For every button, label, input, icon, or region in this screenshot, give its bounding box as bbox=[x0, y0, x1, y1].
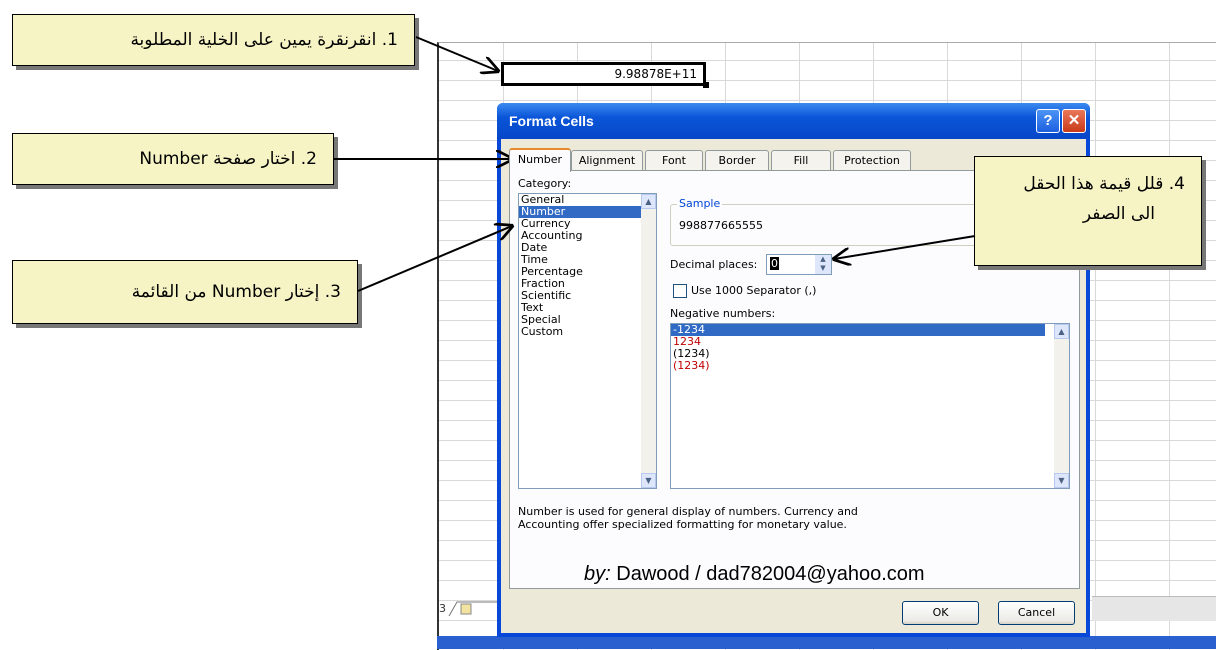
tab-fill[interactable]: Fill bbox=[771, 150, 831, 170]
category-item[interactable]: Custom bbox=[519, 326, 656, 338]
category-description: Number is used for general display of nu… bbox=[518, 505, 858, 531]
decimal-places-label: Decimal places: bbox=[670, 258, 758, 271]
negative-numbers-list[interactable]: -1234 1234 (1234) (1234) ▲ ▼ bbox=[670, 323, 1070, 489]
taskbar bbox=[437, 636, 1216, 649]
tab-border[interactable]: Border bbox=[705, 150, 769, 170]
sheet-tab-icon: 3 bbox=[439, 601, 501, 617]
negative-item[interactable]: 1234 bbox=[671, 336, 1069, 348]
fill-handle[interactable] bbox=[703, 82, 709, 88]
category-list[interactable]: General Number Currency Accounting Date … bbox=[518, 193, 657, 489]
negative-numbers-label: Negative numbers: bbox=[670, 307, 776, 320]
scroll-up-icon[interactable]: ▲ bbox=[641, 194, 656, 209]
ok-button[interactable]: OK bbox=[902, 601, 979, 625]
negative-scrollbar[interactable]: ▲ ▼ bbox=[1054, 324, 1069, 488]
scroll-down-icon[interactable]: ▼ bbox=[641, 473, 656, 488]
callout-step-3: 3. إختار Number من القائمة bbox=[12, 260, 358, 324]
sample-value: 998877665555 bbox=[679, 219, 763, 232]
callout-step-1-text: 1. انقرنقرة يمين على الخلية المطلوبة bbox=[130, 30, 398, 50]
callout-step-4: 4. قلل قيمة هذا الحقل الى الصفر bbox=[974, 156, 1202, 266]
credit-text: Dawood / dad782004@yahoo.com bbox=[616, 563, 925, 585]
callout-step-3-text: 3. إختار Number من القائمة bbox=[131, 282, 341, 302]
category-label: Category: bbox=[518, 177, 572, 190]
callout-step-4-line-1: 4. قلل قيمة هذا الحقل bbox=[1023, 174, 1185, 194]
close-icon[interactable]: ✕ bbox=[1062, 109, 1086, 133]
tab-alignment[interactable]: Alignment bbox=[571, 150, 643, 170]
category-scrollbar[interactable]: ▲ ▼ bbox=[641, 194, 656, 488]
dialog-title: Format Cells bbox=[509, 113, 594, 129]
tab-number[interactable]: Number bbox=[509, 148, 571, 172]
separator-label: Use 1000 Separator (,) bbox=[691, 284, 817, 297]
author-credit: by: Dawood / dad782004@yahoo.com bbox=[584, 563, 925, 586]
decimal-places-spinner[interactable]: 0 ▲ ▼ bbox=[766, 254, 832, 275]
svg-text:3: 3 bbox=[439, 602, 446, 615]
scroll-up-icon[interactable]: ▲ bbox=[1054, 324, 1069, 339]
negative-item-selected[interactable]: -1234 bbox=[671, 324, 1045, 336]
scroll-down-icon[interactable]: ▼ bbox=[1054, 473, 1069, 488]
tab-font[interactable]: Font bbox=[645, 150, 703, 170]
callout-step-1: 1. انقرنقرة يمين على الخلية المطلوبة bbox=[12, 14, 415, 66]
help-icon[interactable]: ? bbox=[1036, 109, 1060, 133]
title-bar[interactable]: Format Cells ? ✕ bbox=[497, 103, 1090, 139]
horizontal-scrollbar[interactable] bbox=[1092, 596, 1216, 621]
separator-checkbox[interactable] bbox=[673, 284, 687, 298]
sheet-tab-strip[interactable]: 3 bbox=[437, 596, 502, 620]
negative-item[interactable]: (1234) bbox=[671, 360, 1069, 372]
callout-step-2: 2. اختار صفحة Number bbox=[12, 133, 334, 185]
credit-prefix: by: bbox=[584, 563, 611, 585]
selected-cell[interactable]: 9.98878E+11 bbox=[501, 62, 706, 86]
spin-arrows-icon[interactable]: ▲ ▼ bbox=[815, 255, 831, 274]
sample-label: Sample bbox=[677, 197, 723, 210]
decimal-places-value[interactable]: 0 bbox=[770, 257, 779, 270]
callout-step-2-text: 2. اختار صفحة Number bbox=[139, 149, 317, 169]
negative-item[interactable]: (1234) bbox=[671, 348, 1069, 360]
cancel-button[interactable]: Cancel bbox=[998, 601, 1075, 625]
callout-step-4-line-2: الى الصفر bbox=[1082, 204, 1155, 224]
tab-protection[interactable]: Protection bbox=[833, 150, 911, 170]
